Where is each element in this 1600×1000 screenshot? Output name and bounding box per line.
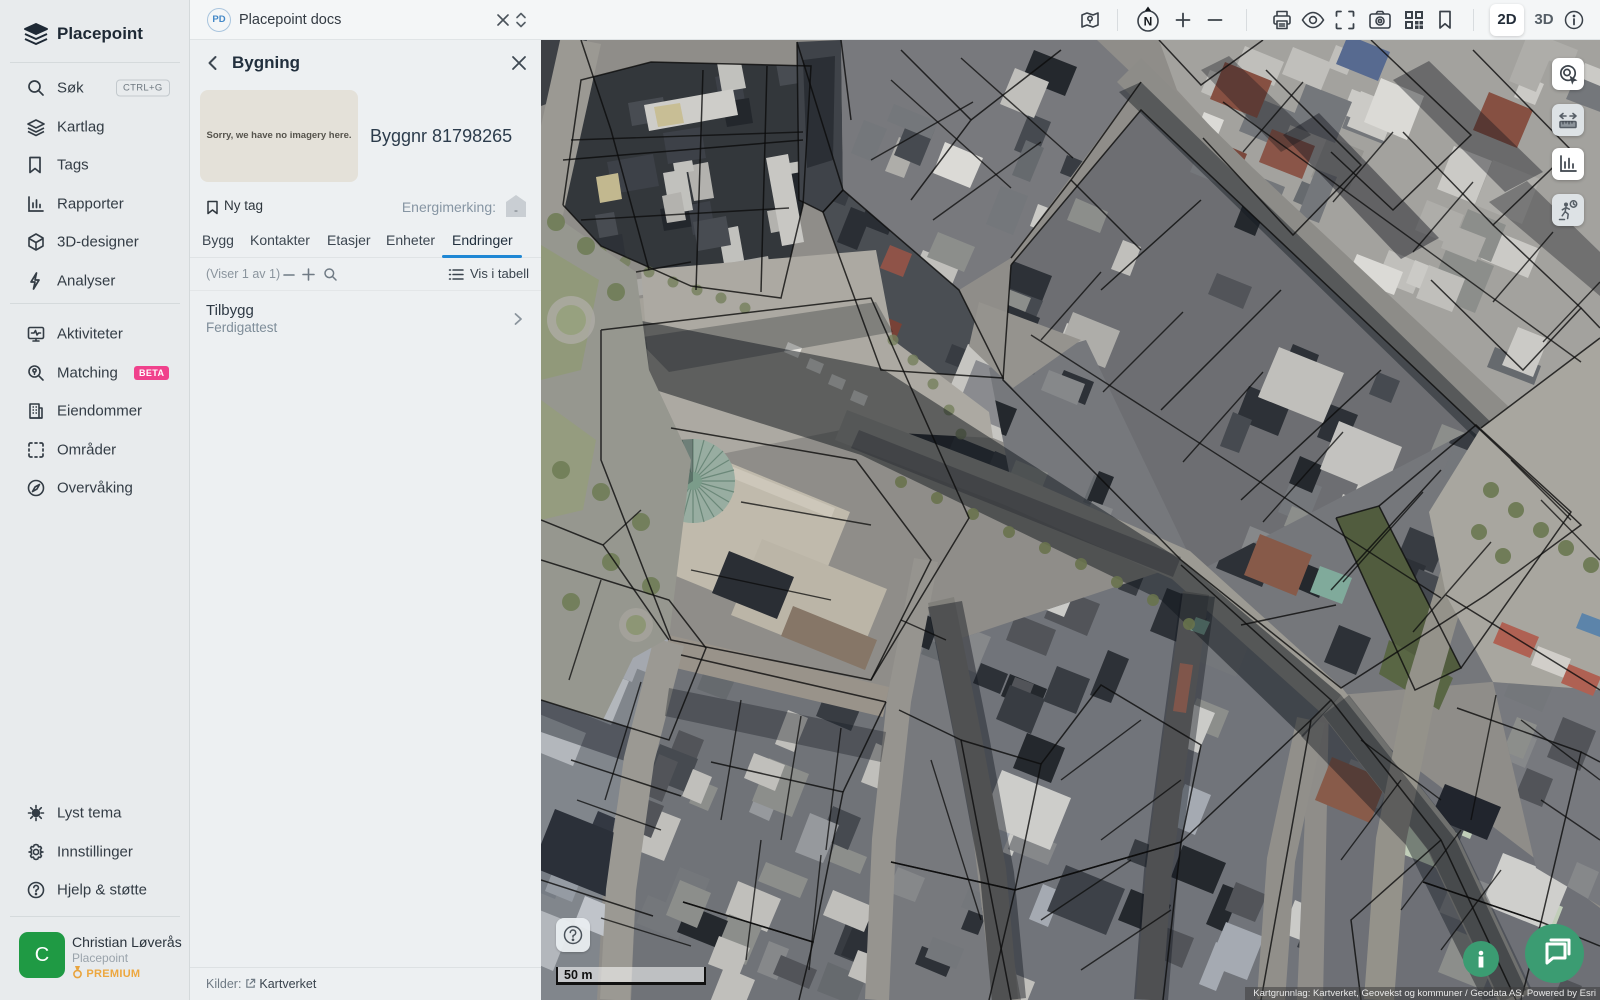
svg-text:N: N [1144, 14, 1153, 28]
